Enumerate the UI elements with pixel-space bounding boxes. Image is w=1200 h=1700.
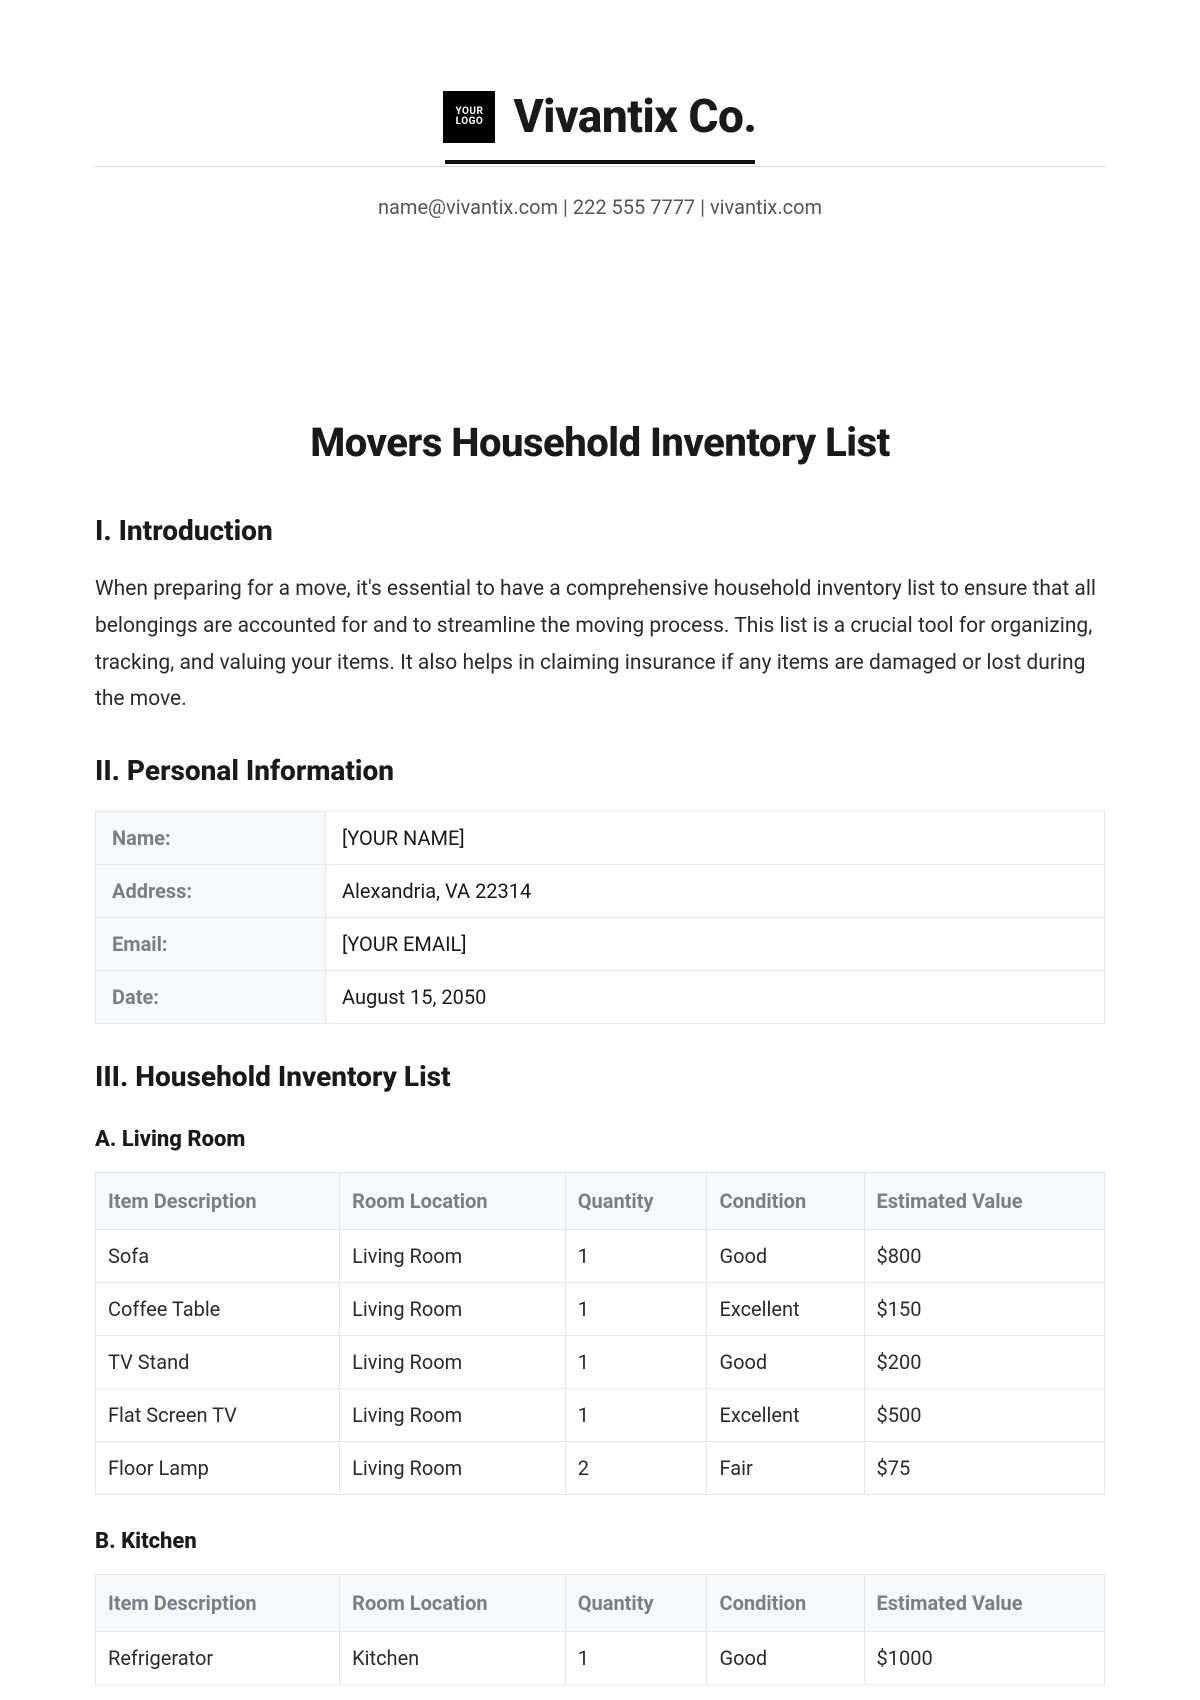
cell-qty: 2 <box>565 1442 707 1495</box>
logo-placeholder: YOUR LOGO <box>443 91 495 143</box>
cell-room: Kitchen <box>340 1632 566 1685</box>
col-item: Item Description <box>96 1575 340 1632</box>
section-inventory-heading: III. Household Inventory List <box>95 1060 1105 1093</box>
intro-paragraph: When preparing for a move, it's essentia… <box>95 571 1105 718</box>
col-room: Room Location <box>340 1173 566 1230</box>
email-label: Email: <box>96 918 326 971</box>
cell-room: Living Room <box>340 1389 566 1442</box>
col-val: Estimated Value <box>864 1575 1104 1632</box>
email-value: [YOUR EMAIL] <box>326 918 1105 971</box>
cell-cond: Good <box>707 1230 864 1283</box>
cell-val: $75 <box>864 1442 1104 1495</box>
cell-cond: Excellent <box>707 1389 864 1442</box>
cell-val: $150 <box>864 1283 1104 1336</box>
letterhead: YOUR LOGO Vivantix Co. <box>95 90 1105 162</box>
cell-qty: 1 <box>565 1230 707 1283</box>
cell-room: Living Room <box>340 1283 566 1336</box>
table-row: SofaLiving Room1Good$800 <box>96 1230 1105 1283</box>
subsection-kitchen: B. Kitchen <box>95 1529 1105 1554</box>
col-cond: Condition <box>707 1575 864 1632</box>
cell-val: $1000 <box>864 1632 1104 1685</box>
date-label: Date: <box>96 971 326 1024</box>
cell-val: $200 <box>864 1336 1104 1389</box>
company-name: Vivantix Co. <box>513 90 756 144</box>
cell-room: Living Room <box>340 1336 566 1389</box>
cell-room: Living Room <box>340 1230 566 1283</box>
col-qty: Quantity <box>565 1173 707 1230</box>
cell-val: $800 <box>864 1230 1104 1283</box>
col-val: Estimated Value <box>864 1173 1104 1230</box>
cell-val: $500 <box>864 1389 1104 1442</box>
document-page: YOUR LOGO Vivantix Co. name@vivantix.com… <box>0 0 1200 1685</box>
col-qty: Quantity <box>565 1575 707 1632</box>
document-title: Movers Household Inventory List <box>95 419 1105 466</box>
table-row: TV StandLiving Room1Good$200 <box>96 1336 1105 1389</box>
cell-item: Floor Lamp <box>96 1442 340 1495</box>
address-label: Address: <box>96 865 326 918</box>
table-row: RefrigeratorKitchen1Good$1000 <box>96 1632 1105 1685</box>
cell-item: Flat Screen TV <box>96 1389 340 1442</box>
table-row: Date: August 15, 2050 <box>96 971 1105 1024</box>
cell-item: Refrigerator <box>96 1632 340 1685</box>
cell-qty: 1 <box>565 1336 707 1389</box>
table-row: Coffee TableLiving Room1Excellent$150 <box>96 1283 1105 1336</box>
cell-cond: Good <box>707 1336 864 1389</box>
name-label: Name: <box>96 812 326 865</box>
col-item: Item Description <box>96 1173 340 1230</box>
cell-cond: Fair <box>707 1442 864 1495</box>
contact-line: name@vivantix.com | 222 555 7777 | vivan… <box>95 195 1105 219</box>
table-row: Name: [YOUR NAME] <box>96 812 1105 865</box>
cell-cond: Excellent <box>707 1283 864 1336</box>
table-row: Email: [YOUR EMAIL] <box>96 918 1105 971</box>
col-cond: Condition <box>707 1173 864 1230</box>
cell-cond: Good <box>707 1632 864 1685</box>
kitchen-table: Item Description Room Location Quantity … <box>95 1574 1105 1685</box>
table-header-row: Item Description Room Location Quantity … <box>96 1173 1105 1230</box>
accent-underline <box>445 160 755 164</box>
section-personal-heading: II. Personal Information <box>95 754 1105 787</box>
table-header-row: Item Description Room Location Quantity … <box>96 1575 1105 1632</box>
header-divider <box>95 166 1105 167</box>
living-room-table: Item Description Room Location Quantity … <box>95 1172 1105 1495</box>
name-value: [YOUR NAME] <box>326 812 1105 865</box>
table-row: Floor LampLiving Room2Fair$75 <box>96 1442 1105 1495</box>
cell-item: Coffee Table <box>96 1283 340 1336</box>
date-value: August 15, 2050 <box>326 971 1105 1024</box>
personal-info-table: Name: [YOUR NAME] Address: Alexandria, V… <box>95 811 1105 1024</box>
table-row: Flat Screen TVLiving Room1Excellent$500 <box>96 1389 1105 1442</box>
cell-qty: 1 <box>565 1632 707 1685</box>
cell-qty: 1 <box>565 1389 707 1442</box>
section-intro-heading: I. Introduction <box>95 514 1105 547</box>
table-row: Address: Alexandria, VA 22314 <box>96 865 1105 918</box>
address-value: Alexandria, VA 22314 <box>326 865 1105 918</box>
subsection-living-room: A. Living Room <box>95 1127 1105 1152</box>
cell-room: Living Room <box>340 1442 566 1495</box>
cell-item: TV Stand <box>96 1336 340 1389</box>
col-room: Room Location <box>340 1575 566 1632</box>
logo-text-line2: LOGO <box>456 117 484 128</box>
cell-item: Sofa <box>96 1230 340 1283</box>
cell-qty: 1 <box>565 1283 707 1336</box>
